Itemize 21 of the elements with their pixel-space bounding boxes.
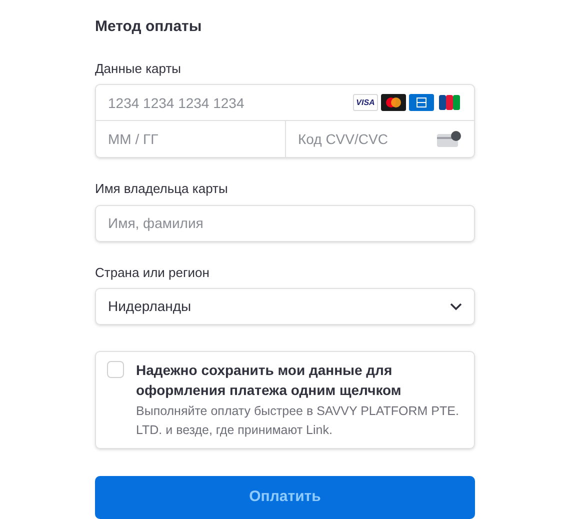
save-title: Надежно сохранить мои данные для оформления платежа одним щелчком: [136, 361, 402, 400]
country-select[interactable]: Нидерланды: [95, 288, 475, 325]
expiry-field[interactable]: ММ / ГГ: [96, 121, 286, 157]
amex-logo: [409, 94, 434, 111]
card-number-field[interactable]: 1234 1234 1234 1234 VISA: [96, 85, 474, 121]
name-field[interactable]: Имя, фамилия: [95, 204, 475, 242]
checkbox[interactable]: [107, 361, 124, 378]
select-value: Нидерланды: [108, 297, 192, 316]
visa-logo: VISA: [353, 94, 378, 111]
save-description: Выполняйте оплату быстрее в SAVVY PLATFORM PTE. LTD. и везде, где принимают Link.: [136, 403, 460, 439]
chevron-down-icon: [450, 302, 462, 310]
field-label: Данные карты: [95, 60, 182, 78]
field-label: Имя владельца карты: [95, 180, 229, 198]
jcb-logo: [437, 94, 462, 111]
card-number-input[interactable]: 1234 1234 1234 1234: [96, 85, 353, 120]
mastercard-logo: [381, 94, 406, 111]
section-title: Метод оплаты: [95, 17, 203, 37]
cvc-input[interactable]: Код CVV/CVC: [286, 121, 437, 157]
cvc-card-icon: [437, 131, 462, 147]
field-label: Страна или регион: [95, 264, 210, 282]
cvc-field[interactable]: Код CVV/CVC: [286, 121, 474, 157]
